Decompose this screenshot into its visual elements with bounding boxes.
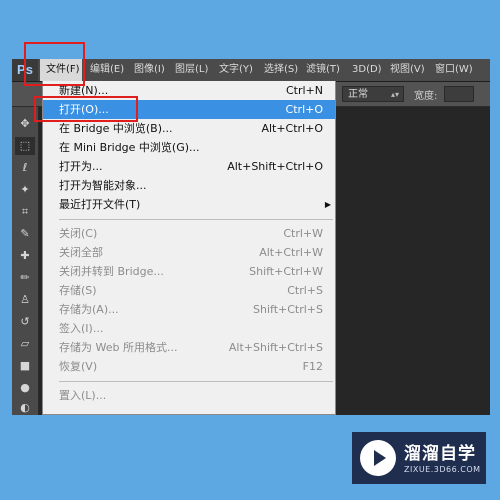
brush-tool-icon[interactable]: ✏ xyxy=(15,269,35,287)
menu-item-shortcut: Ctrl+O xyxy=(285,103,323,116)
menu-item-label: 打开为智能对象... xyxy=(59,179,147,192)
play-logo-icon xyxy=(360,440,396,476)
menu-item-recent-files[interactable]: 最近打开文件(T) ▶ xyxy=(43,195,335,214)
history-brush-tool-icon[interactable]: ↺ xyxy=(15,313,35,331)
annotation-highlight-file-menu xyxy=(24,42,85,86)
chevron-updown-icon: ▴▾ xyxy=(390,90,399,99)
eraser-tool-icon[interactable]: ▱ xyxy=(15,335,35,353)
menu-item-label: 在 Mini Bridge 中浏览(G)... xyxy=(59,141,200,154)
menu-item-close-all[interactable]: 关闭全部 Alt+Ctrl+W xyxy=(43,243,335,262)
submenu-arrow-icon: ▶ xyxy=(324,200,331,209)
menu-3d[interactable]: 3D(D) xyxy=(352,59,382,81)
menu-item-browse-mini-bridge[interactable]: 在 Mini Bridge 中浏览(G)... xyxy=(43,138,335,157)
menu-item-label: 签入(I)... xyxy=(59,322,104,335)
file-menu-dropdown: 新建(N)... Ctrl+N 打开(O)... Ctrl+O 在 Bridge… xyxy=(42,81,336,415)
mode-select-value: 正常 xyxy=(348,89,368,100)
menu-item-label: 恢复(V) xyxy=(59,360,98,373)
menu-item-label: 置入(L)... xyxy=(59,389,107,402)
menu-item-shortcut: Shift+Ctrl+S xyxy=(253,303,323,316)
menu-layer[interactable]: 图层(L) xyxy=(175,59,208,81)
dodge-tool-icon[interactable]: ◐ xyxy=(15,399,35,415)
menu-item-save-for-web[interactable]: 存储为 Web 所用格式... Alt+Shift+Ctrl+S xyxy=(43,338,335,357)
menu-item-save-as[interactable]: 存储为(A)... Shift+Ctrl+S xyxy=(43,300,335,319)
menu-image[interactable]: 图像(I) xyxy=(134,59,165,81)
menu-item-shortcut: Ctrl+W xyxy=(283,227,323,240)
lasso-tool-icon[interactable]: ℓ xyxy=(15,159,35,177)
menu-item-shortcut: F12 xyxy=(302,360,323,373)
menu-item-open-as[interactable]: 打开为... Alt+Shift+Ctrl+O xyxy=(43,157,335,176)
menu-item-close[interactable]: 关闭(C) Ctrl+W xyxy=(43,224,335,243)
width-label: 宽度: xyxy=(414,91,438,102)
watermark-url: ZIXUE.3D66.COM xyxy=(404,465,481,474)
menu-item-shortcut: Shift+Ctrl+W xyxy=(249,265,323,278)
menu-select[interactable]: 选择(S) xyxy=(264,59,298,81)
menu-view[interactable]: 视图(V) xyxy=(390,59,425,81)
menu-item-label: 存储(S) xyxy=(59,284,97,297)
menu-item-shortcut: Ctrl+S xyxy=(287,284,323,297)
watermark-badge: 溜溜自学 ZIXUE.3D66.COM xyxy=(352,432,486,484)
menu-item-label: 关闭(C) xyxy=(59,227,98,240)
move-tool-icon[interactable]: ✥ xyxy=(15,115,35,133)
crop-tool-icon[interactable]: ⌗ xyxy=(15,203,35,221)
menu-item-check-in[interactable]: 签入(I)... xyxy=(43,319,335,338)
menu-item-save[interactable]: 存储(S) Ctrl+S xyxy=(43,281,335,300)
menu-item-label: 最近打开文件(T) xyxy=(59,198,141,211)
annotation-highlight-open-item xyxy=(34,96,138,122)
menu-separator xyxy=(59,219,333,220)
menu-item-shortcut: Alt+Ctrl+O xyxy=(261,122,323,135)
watermark-name: 溜溜自学 xyxy=(404,444,476,464)
magic-wand-tool-icon[interactable]: ✦ xyxy=(15,181,35,199)
menu-item-revert[interactable]: 恢复(V) F12 xyxy=(43,357,335,376)
menu-item-label: 关闭并转到 Bridge... xyxy=(59,265,164,278)
menu-item-close-go-bridge[interactable]: 关闭并转到 Bridge... Shift+Ctrl+W xyxy=(43,262,335,281)
menu-item-label: 存储为(A)... xyxy=(59,303,119,316)
menu-edit[interactable]: 编辑(E) xyxy=(90,59,124,81)
menu-separator xyxy=(59,381,333,382)
menu-item-shortcut: Alt+Shift+Ctrl+S xyxy=(228,341,323,354)
menu-item-shortcut: Ctrl+N xyxy=(285,84,323,97)
menu-item-shortcut: Alt+Ctrl+W xyxy=(259,246,323,259)
menu-window[interactable]: 窗口(W) xyxy=(435,59,473,81)
marquee-tool-icon[interactable]: ⬚ xyxy=(15,137,35,155)
width-input[interactable] xyxy=(444,86,474,102)
menu-type[interactable]: 文字(Y) xyxy=(219,59,253,81)
gradient-tool-icon[interactable]: ■ xyxy=(15,357,35,375)
menu-item-place[interactable]: 置入(L)... xyxy=(43,386,335,405)
healing-brush-tool-icon[interactable]: ✚ xyxy=(15,247,35,265)
menu-item-label: 存储为 Web 所用格式... xyxy=(59,341,178,354)
menu-item-label: 打开为... xyxy=(59,160,103,173)
menu-item-label: 关闭全部 xyxy=(59,246,103,259)
menu-item-open-as-smart-object[interactable]: 打开为智能对象... xyxy=(43,176,335,195)
mode-select[interactable]: 正常 ▴▾ xyxy=(342,86,404,102)
menu-filter[interactable]: 滤镜(T) xyxy=(306,59,340,81)
eyedropper-tool-icon[interactable]: ✎ xyxy=(15,225,35,243)
clone-stamp-tool-icon[interactable]: ♙ xyxy=(15,291,35,309)
tools-panel: ✥ ⬚ ℓ ✦ ⌗ ✎ ✚ ✏ ♙ ↺ ▱ ■ ● ◐ xyxy=(12,107,39,415)
blur-tool-icon[interactable]: ● xyxy=(15,379,35,397)
menu-item-shortcut: Alt+Shift+Ctrl+O xyxy=(227,160,323,173)
